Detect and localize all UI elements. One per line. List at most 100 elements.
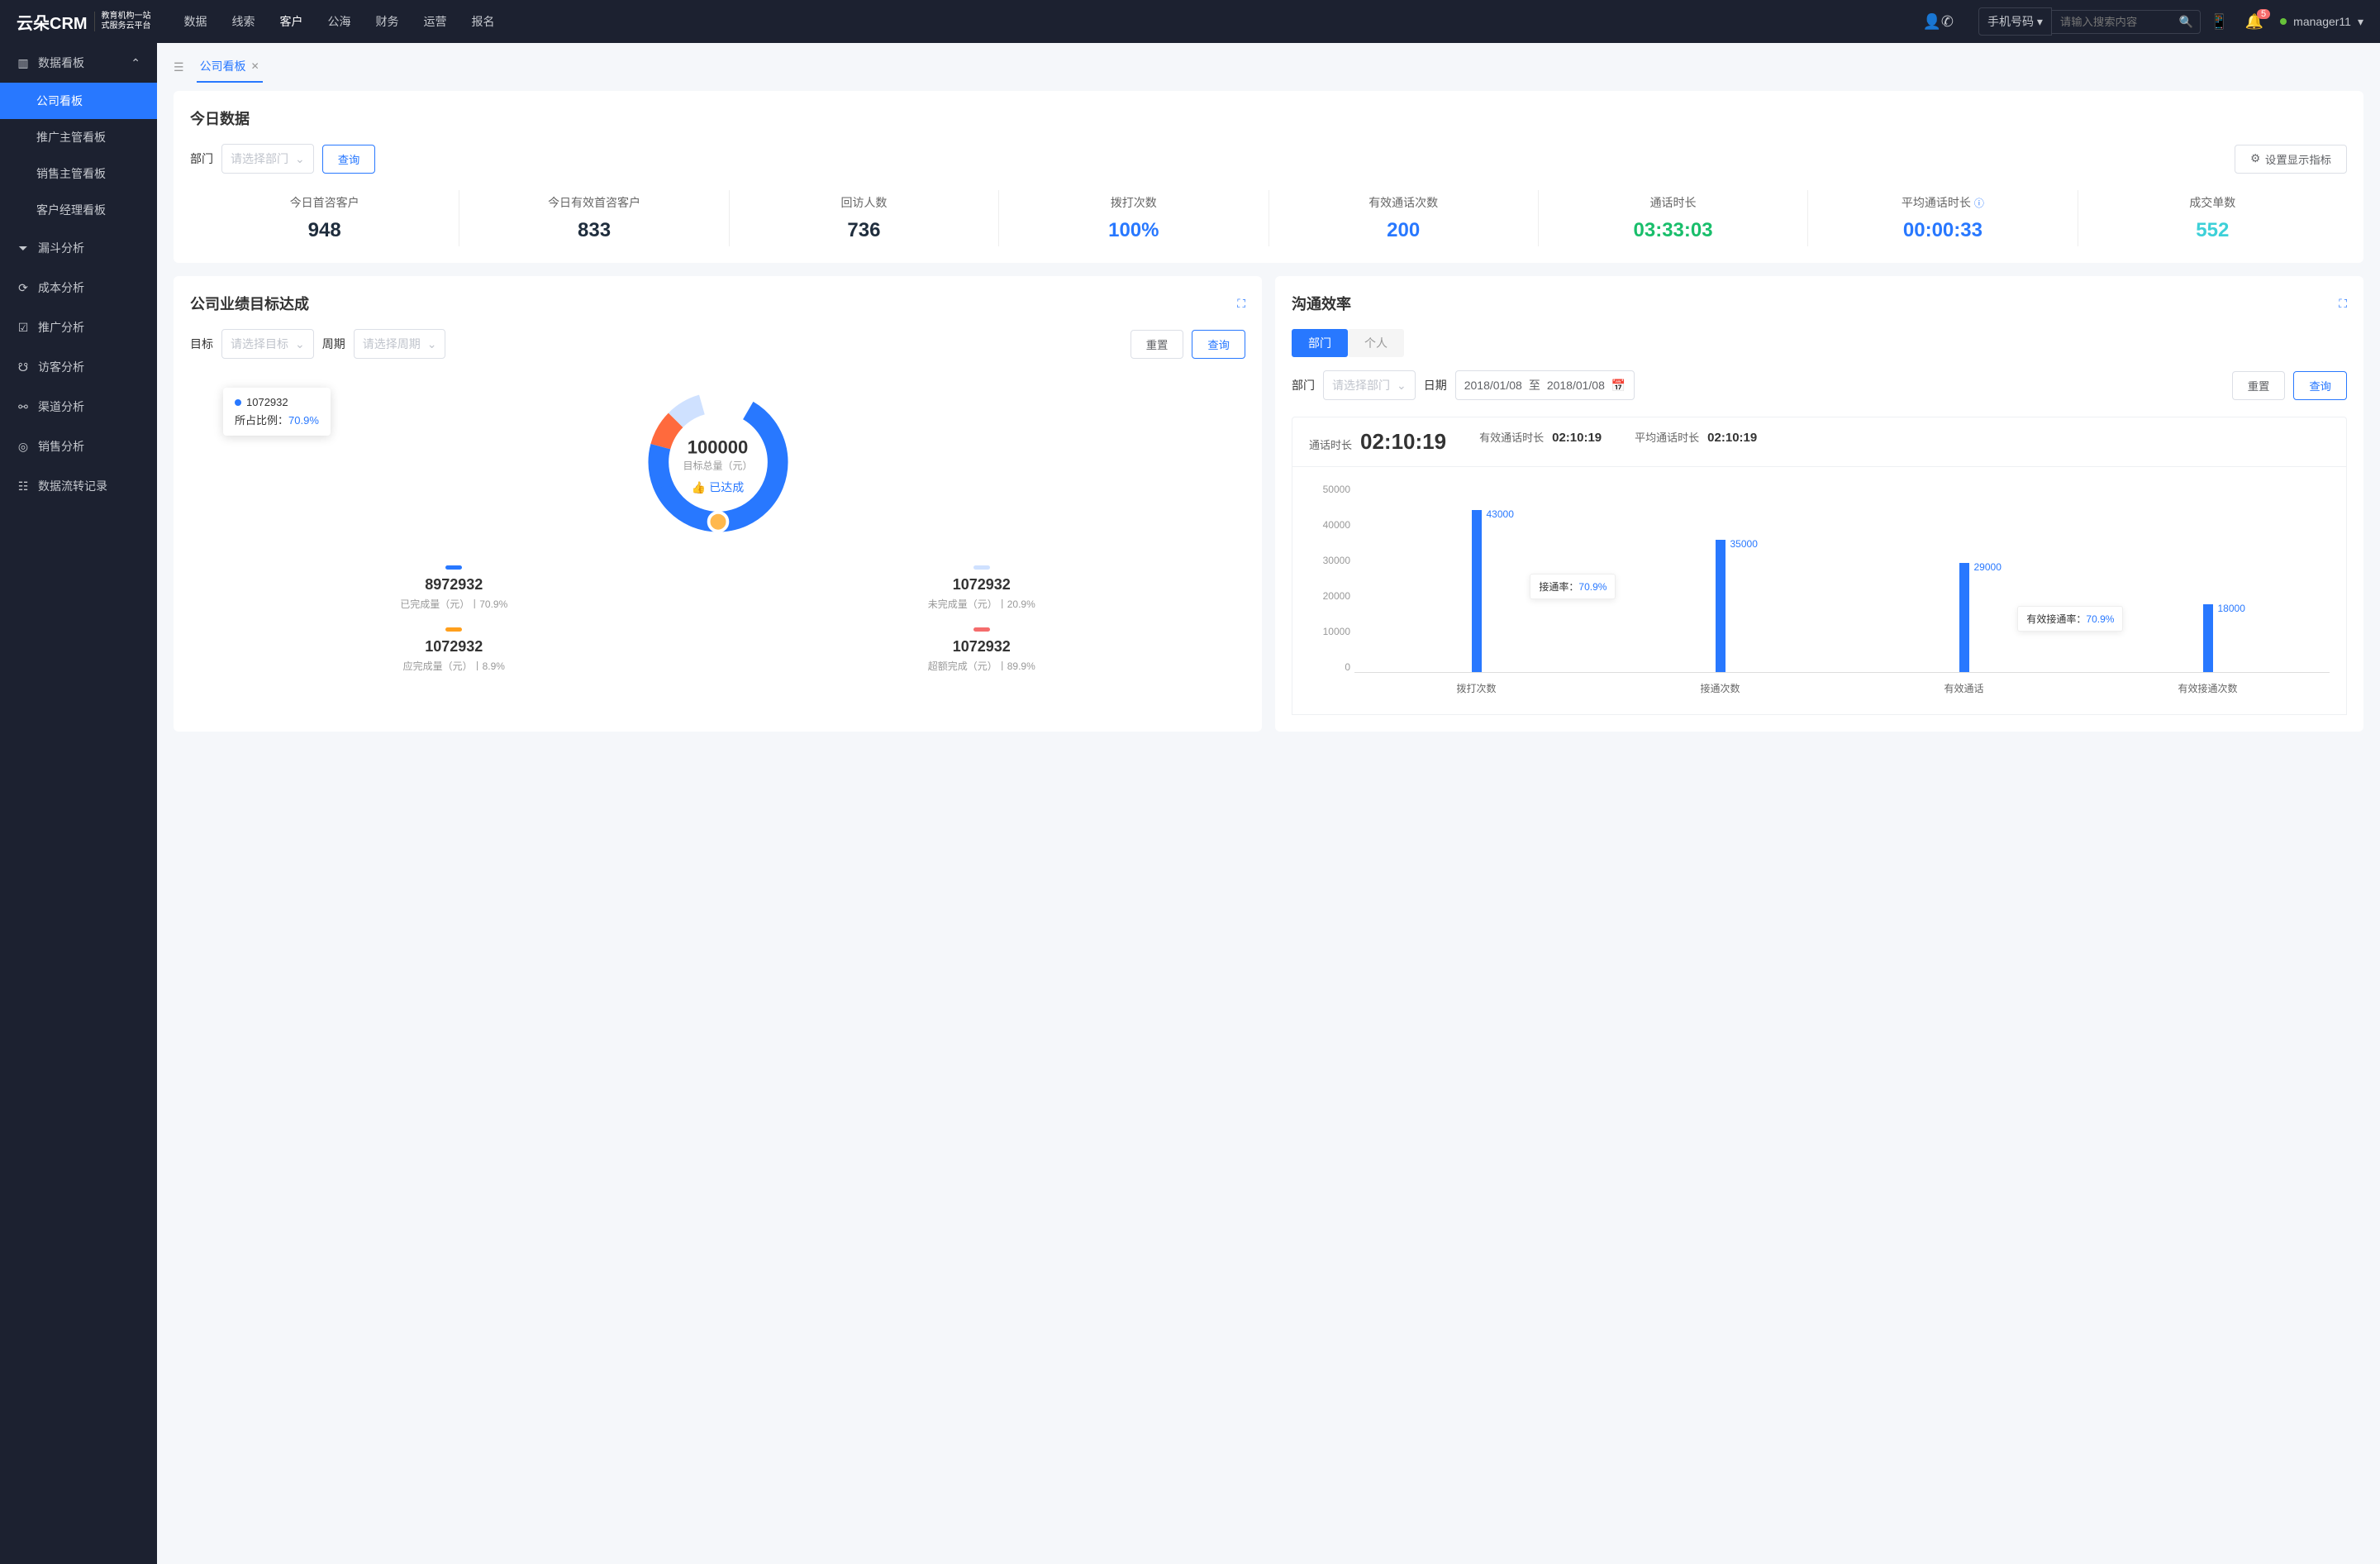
mobile-icon[interactable]: 📱: [2210, 13, 2228, 31]
chart-annotation: 有效接通率：70.9%: [2017, 606, 2123, 632]
stat-value: 1072932: [190, 638, 718, 656]
target-select[interactable]: 请选择目标 ⌄: [221, 329, 314, 359]
list-icon: ☷: [17, 479, 30, 494]
segment-tab[interactable]: 部门: [1292, 329, 1348, 357]
user-menu[interactable]: manager11 ▾: [2280, 15, 2363, 29]
y-tick: 50000: [1309, 484, 1350, 495]
sidebar-subitem[interactable]: 公司看板: [0, 83, 157, 119]
reset-button[interactable]: 重置: [2232, 371, 2286, 400]
help-icon[interactable]: ⓘ: [1974, 196, 1984, 210]
chevron-down-icon: ⌄: [295, 152, 305, 166]
chevron-down-icon: ⌄: [1397, 379, 1407, 393]
chevron-up-icon: ⌃: [131, 56, 140, 70]
bar-category-label: 有效接通次数: [2178, 681, 2237, 695]
metric: 成交单数552: [2078, 190, 2347, 246]
metric: 平均通话时长ⓘ00:00:33: [1808, 190, 2078, 246]
search-input[interactable]: [2052, 10, 2201, 34]
nav-item[interactable]: 运营: [424, 13, 447, 30]
metrics-row: 今日首咨客户948今日有效首咨客户833回访人数736拨打次数100%有效通话次…: [190, 190, 2347, 246]
date-range-input[interactable]: 2018/01/08 至 2018/01/08 📅: [1455, 370, 1635, 400]
bell-icon[interactable]: 🔔5: [2245, 13, 2263, 31]
query-button[interactable]: 查询: [322, 145, 376, 174]
nav-item[interactable]: 公海: [328, 13, 351, 30]
bar: 29000有效通话: [1959, 563, 1969, 672]
dept-select[interactable]: 请选择部门 ⌄: [221, 144, 314, 174]
metric-label: 有效通话次数: [1269, 194, 1538, 211]
y-tick: 40000: [1309, 519, 1350, 531]
metric-value: 03:33:03: [1539, 219, 1807, 242]
phone-icon[interactable]: ✆: [1941, 13, 1954, 31]
legend-dot: [235, 399, 241, 406]
stat-item: 8972932已完成量（元）丨70.9%: [190, 557, 718, 619]
bar-category-label: 拨打次数: [1456, 681, 1496, 695]
reset-button[interactable]: 重置: [1130, 330, 1184, 359]
donut-center: 100000 目标总量（元） 👍已达成: [683, 437, 752, 496]
metric-value: 552: [2078, 219, 2347, 242]
segment-tab[interactable]: 个人: [1348, 329, 1404, 357]
chevron-down-icon: ⌄: [427, 337, 437, 351]
cycle-select[interactable]: 请选择周期 ⌄: [354, 329, 446, 359]
goal-title: 公司业绩目标达成: [190, 293, 309, 314]
efficiency-title: 沟通效率: [1292, 293, 1351, 314]
metric: 通话时长03:33:03: [1539, 190, 1808, 246]
settings-metrics-button[interactable]: ⚙ 设置显示指标: [2235, 145, 2347, 174]
legend-bar: [973, 565, 990, 570]
username: manager11: [2293, 15, 2351, 28]
expand-icon[interactable]: ⛶: [2339, 297, 2347, 311]
legend-bar: [445, 627, 462, 632]
close-icon[interactable]: ✕: [251, 60, 259, 72]
sidebar-item[interactable]: ⏷漏斗分析: [0, 228, 157, 268]
chart-tooltip: 1072932 所占比例：70.9%: [223, 388, 331, 436]
nav-item[interactable]: 线索: [232, 13, 255, 30]
sidebar-subitem[interactable]: 客户经理看板: [0, 192, 157, 228]
expand-icon[interactable]: ⛶: [1237, 297, 1245, 311]
stat-item: 1072932未完成量（元）丨20.9%: [718, 557, 1246, 619]
sidebar-group-dashboard[interactable]: ▥ 数据看板 ⌃: [0, 43, 157, 83]
thumbs-up-icon: 👍: [692, 480, 706, 494]
donut-chart: 1072932 所占比例：70.9% 100000 目标总量（元） 👍已达成: [190, 375, 1245, 557]
cycle-label: 周期: [322, 336, 345, 352]
plot-area: 43000拨打次数35000接通次数29000有效通话18000有效接通次数接通…: [1354, 484, 2330, 673]
query-button[interactable]: 查询: [1192, 330, 1245, 359]
search-icon[interactable]: 🔍: [2179, 15, 2193, 29]
sidebar-item[interactable]: ☑推广分析: [0, 308, 157, 347]
sidebar-subitem[interactable]: 销售主管看板: [0, 155, 157, 192]
stat-desc: 超额完成（元）丨89.9%: [718, 659, 1246, 673]
query-button[interactable]: 查询: [2293, 371, 2347, 400]
dept-select[interactable]: 请选择部门 ⌄: [1323, 370, 1416, 400]
channel-icon: ⚯: [17, 400, 30, 414]
metric-value: 100%: [999, 219, 1268, 242]
sidebar-item[interactable]: ⚯渠道分析: [0, 387, 157, 427]
logo-text: 云朵CRM: [17, 10, 88, 34]
nav-item[interactable]: 报名: [472, 13, 495, 30]
tab-company-board[interactable]: 公司看板 ✕: [197, 51, 263, 83]
sidebar-item[interactable]: ⟳成本分析: [0, 268, 157, 308]
nav-item[interactable]: 数据: [184, 13, 207, 30]
chevron-down-icon: ▾: [2358, 15, 2363, 29]
clock-icon: ⟳: [17, 281, 30, 295]
today-card: 今日数据 部门 请选择部门 ⌄ 查询 ⚙ 设置显示指标 今日首咨客户948今日有…: [174, 91, 2363, 263]
stat-desc: 应完成量（元）丨8.9%: [190, 659, 718, 673]
add-user-icon[interactable]: 👤: [1922, 13, 1940, 31]
nav-item[interactable]: 客户: [280, 13, 303, 30]
stat-item: 1072932 应完成量（元）丨8.9%: [190, 619, 718, 681]
sidebar-subitem[interactable]: 推广主管看板: [0, 119, 157, 155]
nav-item[interactable]: 财务: [376, 13, 399, 30]
y-tick: 0: [1309, 661, 1350, 673]
y-tick: 10000: [1309, 626, 1350, 637]
efficiency-card: 沟通效率 ⛶ 部门个人 部门 请选择部门 ⌄ 日期 2018/01/08 至 2…: [1275, 276, 2363, 732]
sidebar-item[interactable]: ☷数据流转记录: [0, 466, 157, 506]
logo[interactable]: 云朵CRM 教育机构一站 式服务云平台: [17, 10, 151, 34]
efficiency-metric: 有效通话时长02:10:19: [1479, 429, 1602, 455]
target-label: 目标: [190, 336, 213, 352]
sidebar-item[interactable]: ◎销售分析: [0, 427, 157, 466]
sidebar-item[interactable]: ☋访客分析: [0, 347, 157, 387]
bar: 18000有效接通次数: [2203, 604, 2213, 672]
y-tick: 20000: [1309, 590, 1350, 602]
hamburger-icon[interactable]: ☰: [174, 60, 184, 74]
search-type-select[interactable]: 手机号码 ▾: [1978, 7, 2052, 36]
bar-category-label: 接通次数: [1700, 681, 1740, 695]
efficiency-metric: 通话时长02:10:19: [1309, 429, 1446, 455]
efficiency-summary: 通话时长02:10:19有效通话时长02:10:19平均通话时长02:10:19: [1292, 417, 2347, 467]
top-nav: 数据 线索 客户 公海 财务 运营 报名: [184, 13, 1923, 30]
